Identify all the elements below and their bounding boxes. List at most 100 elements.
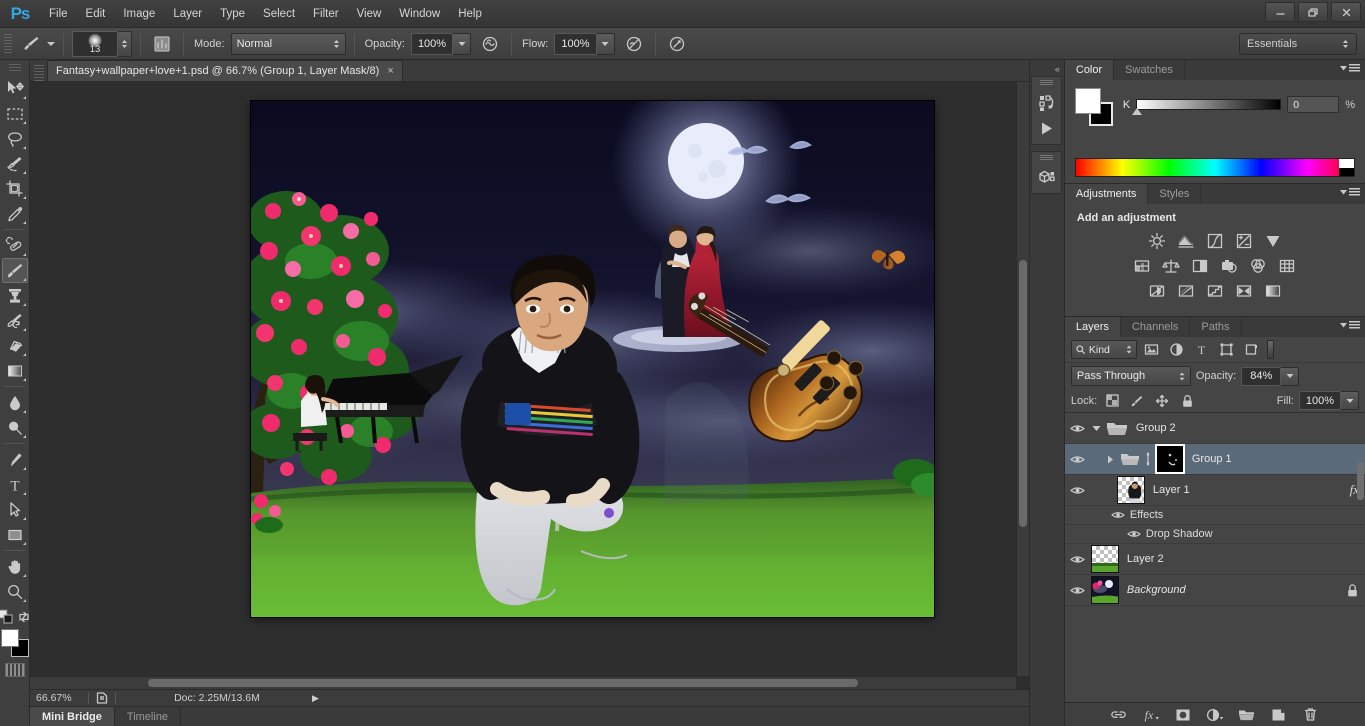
color-swatches[interactable]: [0, 629, 29, 657]
lock-transparent-pixels-icon[interactable]: [1102, 391, 1122, 411]
brush-preset-thumbnail[interactable]: 13: [72, 30, 118, 57]
group-disclosure-expanded-icon[interactable]: [1091, 424, 1103, 433]
drop-shadow-label[interactable]: Drop Shadow: [1146, 528, 1213, 540]
add-layer-style-icon[interactable]: fx: [1142, 706, 1160, 724]
layer-effect-drop-shadow-row[interactable]: Drop Shadow: [1064, 525, 1365, 544]
brush-preset-picker-arrow[interactable]: [47, 41, 55, 46]
layer-thumbnail[interactable]: [1090, 576, 1119, 604]
menu-type[interactable]: Type: [211, 0, 254, 28]
layer-thumbnail[interactable]: [1116, 476, 1145, 504]
horizontal-type-tool[interactable]: T: [2, 472, 28, 497]
dodge-tool[interactable]: [2, 415, 28, 440]
add-layer-mask-icon[interactable]: [1174, 706, 1192, 724]
3d-icon[interactable]: [1033, 164, 1060, 190]
eraser-tool[interactable]: [2, 333, 28, 358]
swap-colors-icon[interactable]: [17, 610, 31, 624]
document-thumbnail-icon[interactable]: [95, 691, 109, 705]
menu-layer[interactable]: Layer: [164, 0, 211, 28]
new-adjustment-layer-icon[interactable]: [1206, 706, 1224, 724]
panel-group-grip[interactable]: [1040, 80, 1054, 86]
opacity-dropdown[interactable]: [453, 32, 472, 55]
tab-adjustments[interactable]: Adjustments: [1064, 184, 1149, 204]
menu-file[interactable]: File: [40, 0, 77, 28]
brightness-contrast-icon[interactable]: [1146, 231, 1168, 250]
eyedropper-tool[interactable]: [2, 201, 28, 226]
horizontal-scroll-thumb[interactable]: [148, 679, 859, 687]
color-balance-icon[interactable]: [1160, 256, 1182, 275]
layer-list-scrollbar[interactable]: [1356, 413, 1365, 702]
black-white-icon[interactable]: [1189, 256, 1211, 275]
layer-fill-input[interactable]: 100%: [1298, 391, 1341, 410]
menu-image[interactable]: Image: [114, 0, 164, 28]
menu-window[interactable]: Window: [390, 0, 449, 28]
canvas-vertical-scrollbar[interactable]: [1015, 82, 1029, 676]
menu-edit[interactable]: Edit: [77, 0, 115, 28]
layer-row-layer-2[interactable]: Layer 2: [1064, 544, 1365, 575]
artboard[interactable]: [251, 101, 934, 617]
gradient-tool[interactable]: [2, 358, 28, 383]
layer-visibility-toggle[interactable]: [1065, 553, 1091, 566]
restore-button[interactable]: [1298, 2, 1328, 22]
tab-paths[interactable]: Paths: [1190, 317, 1242, 337]
canvas-stage[interactable]: [30, 82, 1029, 689]
lock-image-pixels-icon[interactable]: [1127, 391, 1147, 411]
tab-swatches[interactable]: Swatches: [1114, 60, 1185, 80]
actions-play-icon[interactable]: [1033, 115, 1060, 141]
default-colors-icon[interactable]: [0, 609, 13, 624]
gradient-map-icon[interactable]: [1233, 281, 1255, 300]
minimize-button[interactable]: [1265, 2, 1295, 22]
foreground-color-swatch[interactable]: [0, 629, 19, 647]
layer-mask-link-icon[interactable]: [1143, 452, 1153, 466]
layer-name[interactable]: Layer 2: [1127, 553, 1164, 565]
panel-group-grip[interactable]: [1040, 155, 1054, 161]
vibrance-icon[interactable]: [1262, 231, 1284, 250]
tab-mini-bridge[interactable]: Mini Bridge: [30, 707, 115, 726]
rectangle-tool[interactable]: [2, 522, 28, 547]
layer-opacity-dropdown[interactable]: [1281, 366, 1300, 386]
vertical-scroll-thumb[interactable]: [1018, 260, 1027, 528]
collapse-panels-icon[interactable]: «: [1030, 62, 1064, 76]
spot-healing-brush-tool[interactable]: [2, 233, 28, 258]
filter-type-icon[interactable]: T: [1192, 340, 1212, 360]
layer-name[interactable]: Layer 1: [1153, 484, 1190, 496]
adjustments-panel-menu-icon[interactable]: [1340, 188, 1360, 197]
layer-list[interactable]: Group 2 Group 1 Layer 1 fx Effects Drop …: [1064, 413, 1365, 702]
quick-mask-toggle-icon[interactable]: [4, 663, 25, 677]
color-spectrum-ramp[interactable]: [1074, 158, 1355, 177]
tools-panel-grip[interactable]: [8, 64, 21, 72]
layer-thumbnail[interactable]: [1090, 545, 1119, 573]
tab-styles[interactable]: Styles: [1148, 184, 1202, 204]
quick-selection-tool[interactable]: [2, 151, 28, 176]
link-layers-icon[interactable]: [1110, 706, 1128, 724]
k-channel-slider[interactable]: [1136, 99, 1282, 110]
menu-filter[interactable]: Filter: [304, 0, 348, 28]
move-tool[interactable]: [2, 76, 28, 101]
airbrush-icon[interactable]: [621, 33, 647, 55]
zoom-level-input[interactable]: 66.67%: [30, 692, 82, 704]
document-tab-close-icon[interactable]: ×: [387, 65, 393, 77]
blur-tool[interactable]: [2, 390, 28, 415]
delete-layer-icon[interactable]: [1302, 706, 1320, 724]
tablet-pressure-opacity-icon[interactable]: [477, 33, 503, 55]
tab-layers[interactable]: Layers: [1064, 317, 1121, 337]
options-bar-grip[interactable]: [4, 33, 12, 54]
tablet-pressure-size-icon[interactable]: [664, 33, 690, 55]
tab-timeline[interactable]: Timeline: [115, 707, 182, 726]
filter-shape-icon[interactable]: [1217, 340, 1237, 360]
hue-saturation-icon[interactable]: [1131, 256, 1153, 275]
group-disclosure-collapsed-icon[interactable]: [1105, 455, 1117, 464]
document-tab[interactable]: Fantasy+wallpaper+love+1.psd @ 66.7% (Gr…: [47, 60, 403, 81]
layer-list-scroll-thumb[interactable]: [1357, 462, 1364, 500]
menu-help[interactable]: Help: [449, 0, 491, 28]
workspace-select[interactable]: Essentials: [1239, 32, 1357, 55]
drop-shadow-visibility-toggle[interactable]: [1127, 528, 1141, 540]
layer-row-group-1[interactable]: Group 1: [1064, 444, 1365, 475]
path-selection-tool[interactable]: [2, 497, 28, 522]
color-panel-foreground-swatch[interactable]: [1074, 88, 1101, 114]
curves-icon[interactable]: [1204, 231, 1226, 250]
layer-mask-thumbnail[interactable]: [1154, 444, 1185, 474]
toggle-brush-panel-icon[interactable]: [149, 33, 175, 55]
hand-tool[interactable]: [2, 554, 28, 579]
threshold-icon[interactable]: [1204, 281, 1226, 300]
k-channel-input[interactable]: 0: [1287, 96, 1340, 113]
